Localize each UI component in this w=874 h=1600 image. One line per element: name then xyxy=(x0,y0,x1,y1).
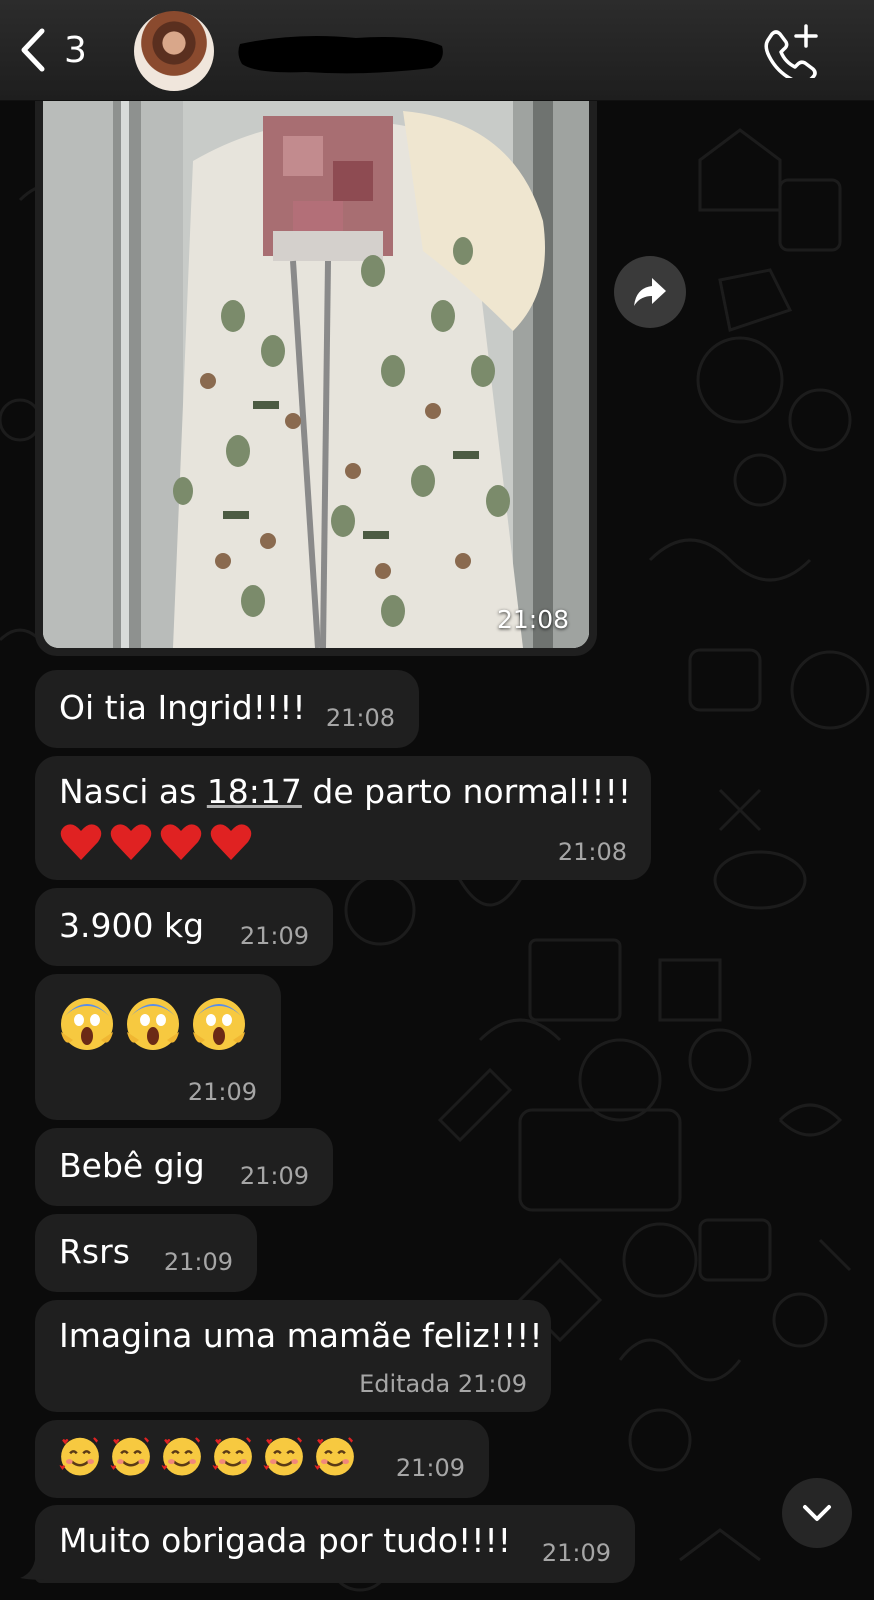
back-button[interactable]: 3 xyxy=(14,22,104,78)
message-text: Oi tia Ingrid!!!! xyxy=(59,688,306,727)
message-text: Imagina uma mamãe feliz!!!! xyxy=(59,1316,543,1355)
smiling-face-with-hearts-icon xyxy=(211,1437,253,1476)
forward-button[interactable] xyxy=(614,256,686,328)
message-timestamp: 21:09 xyxy=(239,922,309,950)
image-timestamp: 21:08 xyxy=(496,605,569,634)
smiling-face-with-hearts-icon xyxy=(109,1437,151,1476)
chevron-down-icon xyxy=(803,1505,831,1521)
message-text: Rsrs xyxy=(59,1232,130,1271)
emoji-row xyxy=(59,996,257,1056)
face-screaming-in-fear-icon xyxy=(61,998,113,1050)
scroll-to-bottom-button[interactable] xyxy=(782,1478,852,1548)
redacted-contact-name[interactable] xyxy=(236,30,446,76)
red-heart-icon xyxy=(160,824,202,860)
smiling-face-with-hearts-icon xyxy=(262,1437,304,1476)
face-screaming-in-fear-icon xyxy=(127,998,179,1050)
image-message[interactable]: 21:08 xyxy=(35,101,597,656)
message-bubble[interactable]: Muito obrigada por tudo!!!! 21:09 xyxy=(35,1505,635,1583)
contact-avatar[interactable] xyxy=(134,11,214,91)
message-timestamp: 21:09 xyxy=(395,1454,465,1482)
message-bubble[interactable]: Imagina uma mamãe feliz!!!! Editada 21:0… xyxy=(35,1300,551,1412)
message-timestamp: 21:09 xyxy=(239,1162,309,1190)
message-timestamp: Editada 21:09 xyxy=(359,1370,527,1398)
baby-photo[interactable]: 21:08 xyxy=(43,101,589,648)
chat-header: 3 xyxy=(0,0,874,101)
message-bubble[interactable]: Bebê gig 21:09 xyxy=(35,1128,333,1206)
message-timestamp: 21:09 xyxy=(187,1078,257,1106)
red-heart-icon xyxy=(60,824,102,860)
face-screaming-in-fear-icon xyxy=(193,998,245,1050)
message-timestamp: 21:08 xyxy=(325,704,395,732)
message-text-part: de parto normal!!!! xyxy=(301,772,632,811)
message-time-value: 21:09 xyxy=(457,1370,527,1398)
smiling-face-with-hearts-icon xyxy=(313,1437,355,1476)
message-bubble[interactable]: 3.900 kg 21:09 xyxy=(35,888,333,966)
message-text-part: Nasci as xyxy=(59,772,207,811)
message-text: 3.900 kg xyxy=(59,906,205,945)
red-heart-icon xyxy=(210,824,252,860)
message-bubble[interactable]: Oi tia Ingrid!!!! 21:08 xyxy=(35,670,419,748)
message-text: Nasci as 18:17 de parto normal!!!! xyxy=(59,772,631,811)
message-bubble[interactable]: 21:09 xyxy=(35,974,281,1120)
unread-count: 3 xyxy=(64,29,87,71)
emoji-row xyxy=(57,1432,363,1482)
time-link[interactable]: 18:17 xyxy=(207,772,302,811)
message-timestamp: 21:08 xyxy=(557,838,627,866)
message-bubble[interactable]: Nasci as 18:17 de parto normal!!!! 21:08 xyxy=(35,756,651,880)
smiling-face-with-hearts-icon xyxy=(160,1437,202,1476)
message-bubble[interactable]: Rsrs 21:09 xyxy=(35,1214,257,1292)
message-text: Muito obrigada por tudo!!!! xyxy=(59,1521,511,1560)
chevron-left-icon xyxy=(21,28,45,72)
add-call-icon[interactable] xyxy=(762,22,822,78)
photo-content xyxy=(43,101,589,648)
message-bubble[interactable]: 21:09 xyxy=(35,1420,489,1498)
edited-label: Editada xyxy=(359,1370,451,1398)
emoji-row xyxy=(59,820,259,868)
message-timestamp: 21:09 xyxy=(163,1248,233,1276)
smiling-face-with-hearts-icon xyxy=(58,1437,100,1476)
message-timestamp: 21:09 xyxy=(541,1539,611,1567)
message-text: Bebê gig xyxy=(59,1146,205,1185)
forward-arrow-icon xyxy=(634,278,666,306)
bubble-tail xyxy=(20,1550,50,1580)
red-heart-icon xyxy=(110,824,152,860)
